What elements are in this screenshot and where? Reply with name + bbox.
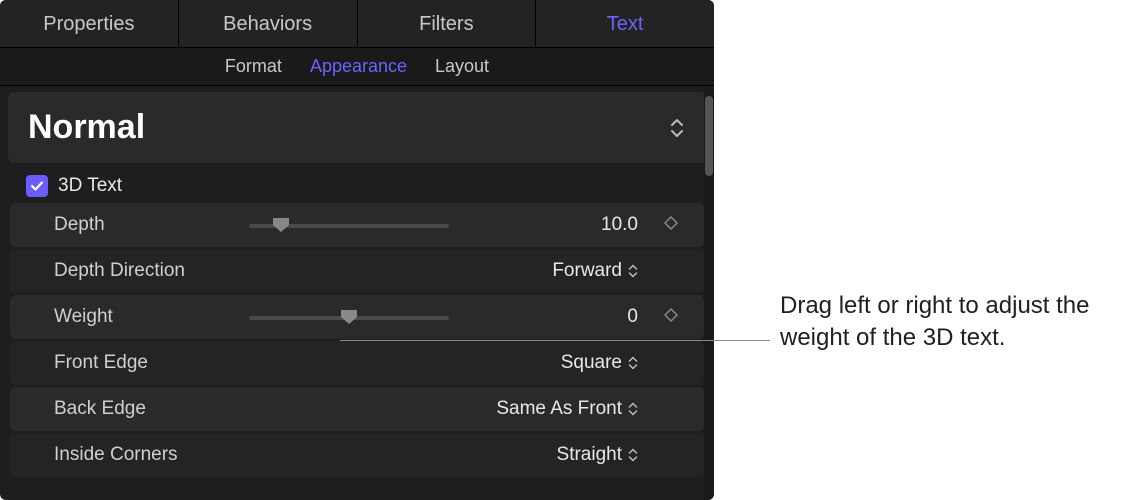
callout-line (340, 340, 770, 341)
top-tabs: Properties Behaviors Filters Text (0, 0, 714, 48)
param-depth: Depth 10.0 (10, 203, 704, 247)
tab-text[interactable]: Text (536, 0, 714, 47)
chevron-updown-icon (628, 355, 638, 371)
keyframe-diamond-icon[interactable] (664, 308, 678, 327)
chevron-updown-icon (668, 117, 686, 139)
subtab-format[interactable]: Format (225, 56, 282, 77)
dropdown-value: Square (561, 352, 622, 374)
param-weight: Weight 0 (10, 295, 704, 339)
param-label: Front Edge (54, 352, 249, 374)
param-front-edge: Front Edge Square (10, 341, 704, 385)
depth-slider[interactable] (249, 215, 449, 235)
dropdown-value: Forward (552, 260, 622, 282)
section-3d-text: 3D Text (0, 169, 714, 203)
scrollbar-thumb[interactable] (705, 96, 713, 176)
keyframe-diamond-icon[interactable] (664, 216, 678, 235)
chevron-updown-icon (628, 447, 638, 463)
inspector-panel: Properties Behaviors Filters Text Format… (0, 0, 714, 500)
tab-properties[interactable]: Properties (0, 0, 179, 47)
subtab-layout[interactable]: Layout (435, 56, 489, 77)
callout-text: Drag left or right to adjust the weight … (780, 290, 1110, 355)
param-inside-corners: Inside Corners Straight (10, 433, 704, 477)
depth-value[interactable]: 10.0 (601, 214, 638, 236)
checkbox-3d-text[interactable] (26, 175, 48, 197)
slider-thumb-icon[interactable] (272, 217, 290, 233)
depth-direction-dropdown[interactable]: Forward (449, 260, 646, 282)
param-label: Depth (54, 214, 249, 236)
preset-dropdown[interactable]: Normal (8, 92, 706, 163)
tab-filters[interactable]: Filters (358, 0, 537, 47)
param-label: Depth Direction (54, 260, 249, 282)
dropdown-value: Same As Front (496, 398, 622, 420)
param-depth-direction: Depth Direction Forward (10, 249, 704, 293)
back-edge-dropdown[interactable]: Same As Front (449, 398, 646, 420)
section-label: 3D Text (58, 175, 122, 197)
weight-value[interactable]: 0 (627, 306, 638, 328)
preset-value: Normal (28, 108, 668, 147)
tab-behaviors[interactable]: Behaviors (179, 0, 358, 47)
front-edge-dropdown[interactable]: Square (449, 352, 646, 374)
param-back-edge: Back Edge Same As Front (10, 387, 704, 431)
inside-corners-dropdown[interactable]: Straight (449, 444, 646, 466)
scrollbar[interactable] (704, 88, 714, 500)
dropdown-value: Straight (557, 444, 622, 466)
chevron-updown-icon (628, 263, 638, 279)
slider-thumb-icon[interactable] (340, 309, 358, 325)
weight-slider[interactable] (249, 307, 449, 327)
param-label: Back Edge (54, 398, 249, 420)
sub-tabs: Format Appearance Layout (0, 48, 714, 86)
param-label: Weight (54, 306, 249, 328)
param-label: Inside Corners (54, 444, 249, 466)
subtab-appearance[interactable]: Appearance (310, 56, 407, 77)
chevron-updown-icon (628, 401, 638, 417)
